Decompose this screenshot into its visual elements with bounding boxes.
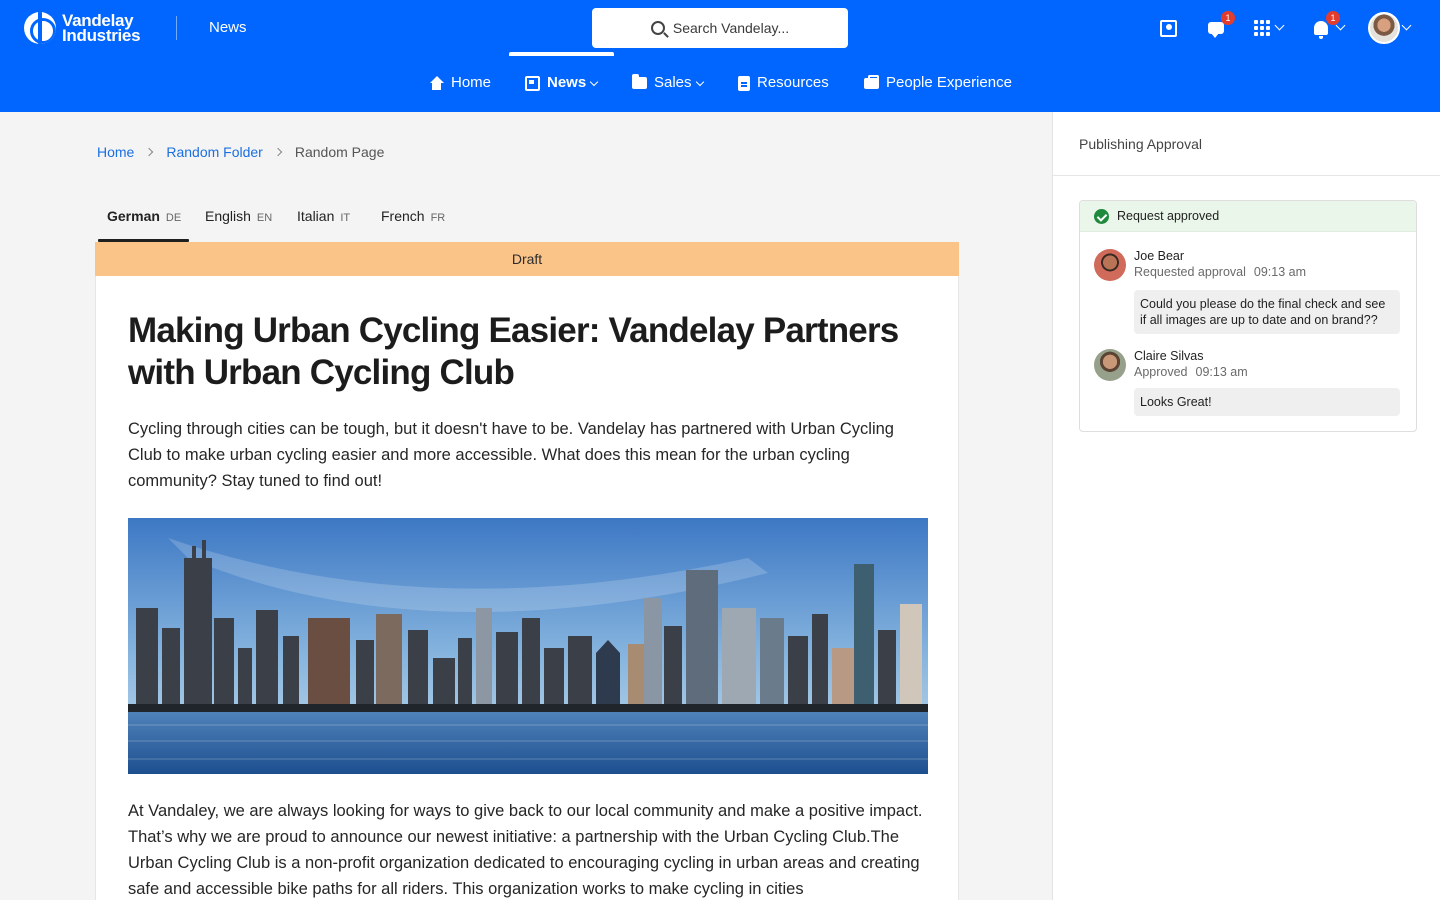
entry-comment: Could you please do the final check and … [1134,290,1400,334]
messages-badge: 1 [1221,11,1235,25]
tab-code: IT [340,212,351,224]
article-body: At Vandaley, we are always looking for w… [128,802,923,898]
article-title: Making Urban Cycling Easier: Vandelay Pa… [128,311,899,392]
nav-label: Resources [757,74,829,91]
approval-status-text: Request approved [1117,209,1220,223]
apps-button[interactable] [1250,16,1274,40]
search-input[interactable]: Search Vandelay... [592,8,848,48]
news-icon [525,76,540,91]
tab-label: German [107,208,160,224]
user-avatar[interactable] [1368,12,1400,44]
contacts-button[interactable] [1156,16,1180,40]
nav-label: Sales [654,74,692,91]
notifications-button[interactable]: 1 [1309,11,1340,40]
panel-divider [1053,175,1440,176]
nav-item-resources[interactable]: Resources [738,74,829,112]
tab-code: DE [165,212,182,224]
avatar [1094,349,1126,381]
entry-action: Requested approval [1134,265,1246,279]
tab-label: French [381,208,425,224]
entry-time: 09:13 am [1195,365,1248,379]
draft-status-banner: Draft [95,242,959,276]
brand-name: Vandelay Industries [62,12,141,45]
skyline-illustration [128,518,928,774]
chevron-right-icon [273,147,283,157]
city-skyline-image [128,518,928,774]
tab-label: English [205,208,251,224]
chevron-down-icon[interactable] [1335,20,1346,31]
chevron-down-icon[interactable] [1274,20,1285,31]
check-circle-icon [1094,208,1109,224]
panel-title: Publishing Approval [1079,136,1202,152]
brand-line-2: Industries [62,26,141,45]
breadcrumb-current: Random Page [294,144,385,160]
nav-item-news[interactable]: News [525,74,599,112]
top-header: Vandelay Industries News Search Vandelay… [0,0,1440,112]
section-title[interactable]: News [209,19,247,36]
search-placeholder: Search Vandelay... [672,20,790,36]
approval-card: Request approved Joe Bear Requested appr… [1079,200,1417,432]
nav-label: People Experience [886,74,1012,91]
tab-code: FR [430,212,446,224]
tab-code: EN [256,212,273,224]
entry-meta: Approved 09:13 am [1134,365,1248,379]
entry-action: Approved [1134,365,1188,379]
chevron-down-icon [589,77,599,87]
folder-icon [632,74,647,89]
nav-label: Home [451,74,492,91]
home-icon [429,76,444,91]
nav-label: News [547,74,587,91]
chevron-right-icon [145,147,154,157]
brand-logo[interactable]: Vandelay Industries [24,12,141,45]
briefcase-icon [864,75,879,89]
breadcrumb-home[interactable]: Home [97,144,134,160]
tab-german[interactable]: German DE [107,208,181,224]
approval-status-bar: Request approved [1080,201,1416,232]
publishing-approval-panel: Publishing Approval Request approved Joe… [1052,112,1440,900]
tab-french[interactable]: French FR [381,208,445,224]
avatar [1094,249,1126,281]
entry-comment: Looks Great! [1134,388,1400,416]
nav-item-home[interactable]: Home [429,74,491,112]
entry-time: 09:13 am [1253,265,1307,279]
approval-entry: Joe Bear Requested approval 09:13 am Cou… [1094,249,1404,339]
contacts-icon [1159,19,1177,37]
approval-entry: Claire Silvas Approved 09:13 am Looks Gr… [1094,349,1404,421]
apps-grid-icon [1254,20,1270,36]
article-intro: Cycling through cities can be tough, but… [128,420,894,490]
messages-button[interactable]: 1 [1204,11,1235,40]
search-icon [650,21,665,35]
entry-meta: Requested approval 09:13 am [1134,265,1306,279]
entry-author: Joe Bear [1134,249,1185,263]
tab-italian[interactable]: Italian IT [297,208,350,224]
logo-icon [24,12,56,44]
breadcrumb-folder[interactable]: Random Folder [166,144,263,160]
chevron-down-icon[interactable] [1401,20,1412,31]
entry-author: Claire Silvas [1134,349,1204,363]
bell-icon [1314,21,1328,39]
document-icon [738,76,750,91]
chevron-down-icon [695,77,704,87]
nav-item-sales[interactable]: Sales [632,74,704,112]
nav-item-people-experience[interactable]: People Experience [864,74,1012,112]
tab-english[interactable]: English EN [205,208,272,224]
breadcrumb: Home Random Folder Random Page [97,144,384,160]
chat-icon [1208,22,1224,38]
active-nav-indicator [509,52,614,56]
tab-label: Italian [297,208,335,224]
article-card: Making Urban Cycling Easier: Vandelay Pa… [95,276,959,900]
header-divider [176,16,177,40]
main-nav: Home News Sales Resources People Experie… [0,56,1440,112]
